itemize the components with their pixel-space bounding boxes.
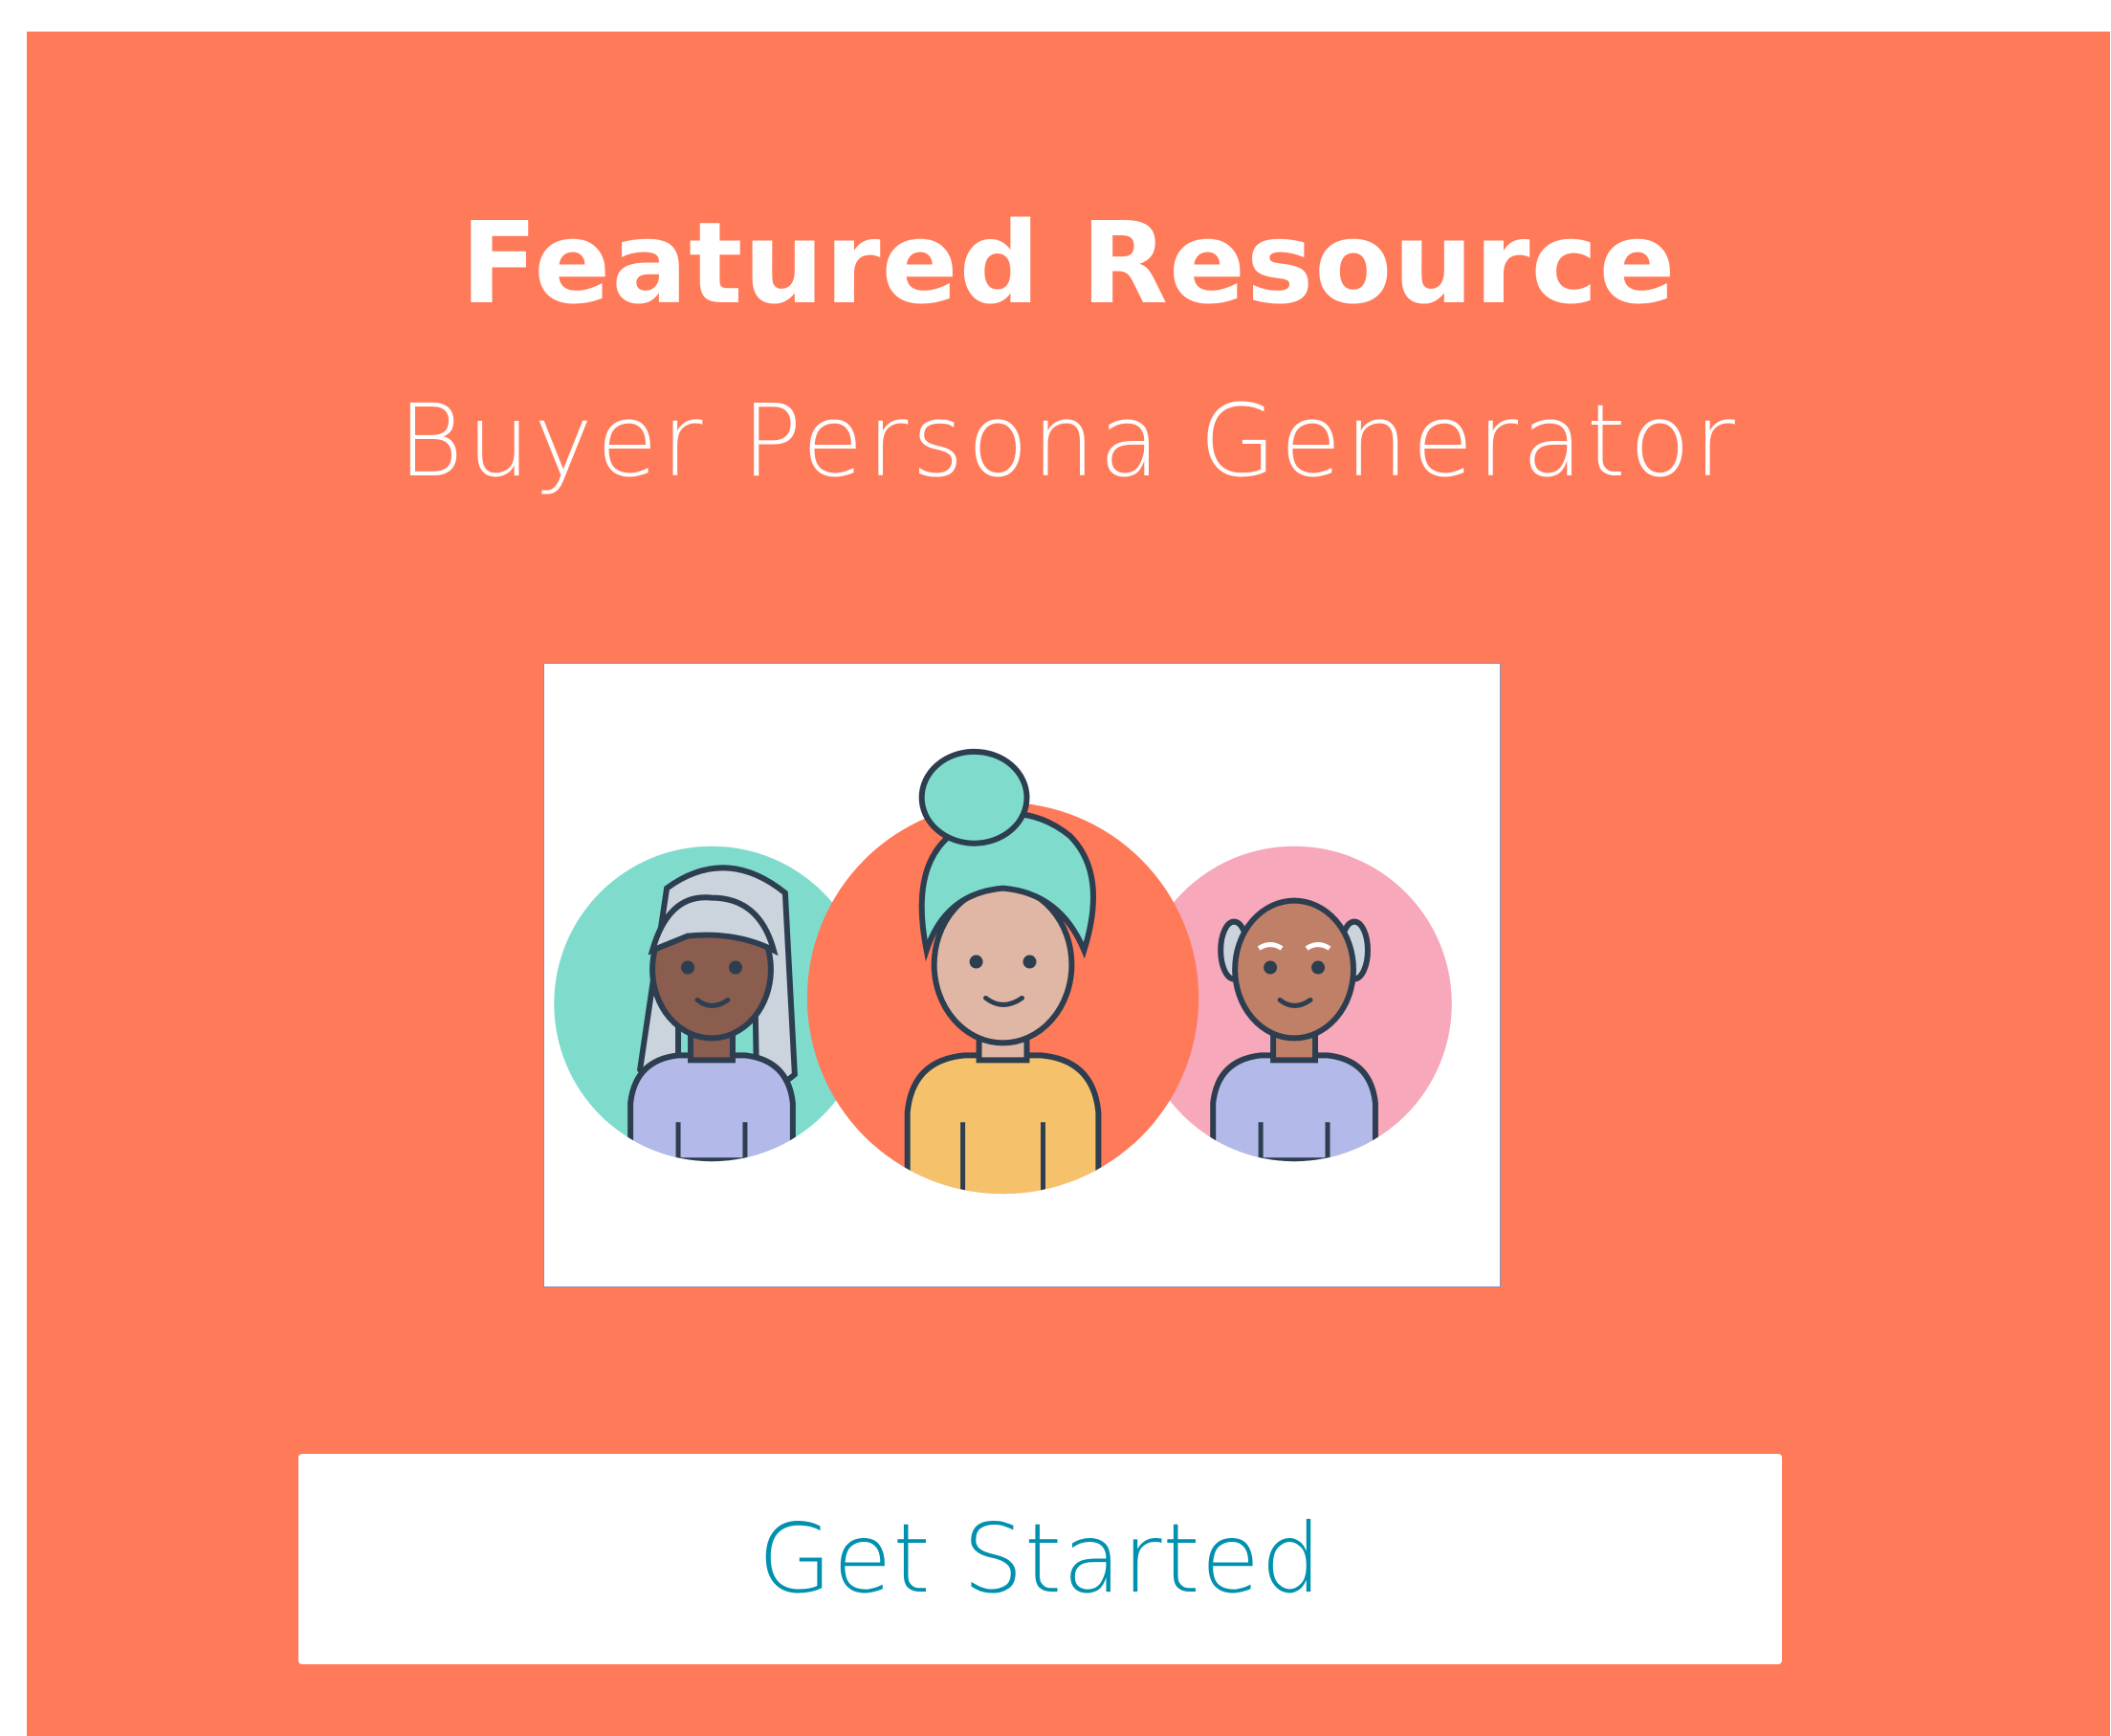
persona-center-icon (806, 748, 1199, 1195)
get-started-button[interactable]: Get Started (298, 1454, 1782, 1664)
banner-subtitle: Buyer Persona Generator (398, 383, 1739, 499)
personas-illustration (543, 663, 1501, 1287)
featured-resource-banner: Featured Resource Buyer Persona Generato… (27, 32, 2110, 1736)
banner-title: Featured Resource (460, 197, 1677, 329)
